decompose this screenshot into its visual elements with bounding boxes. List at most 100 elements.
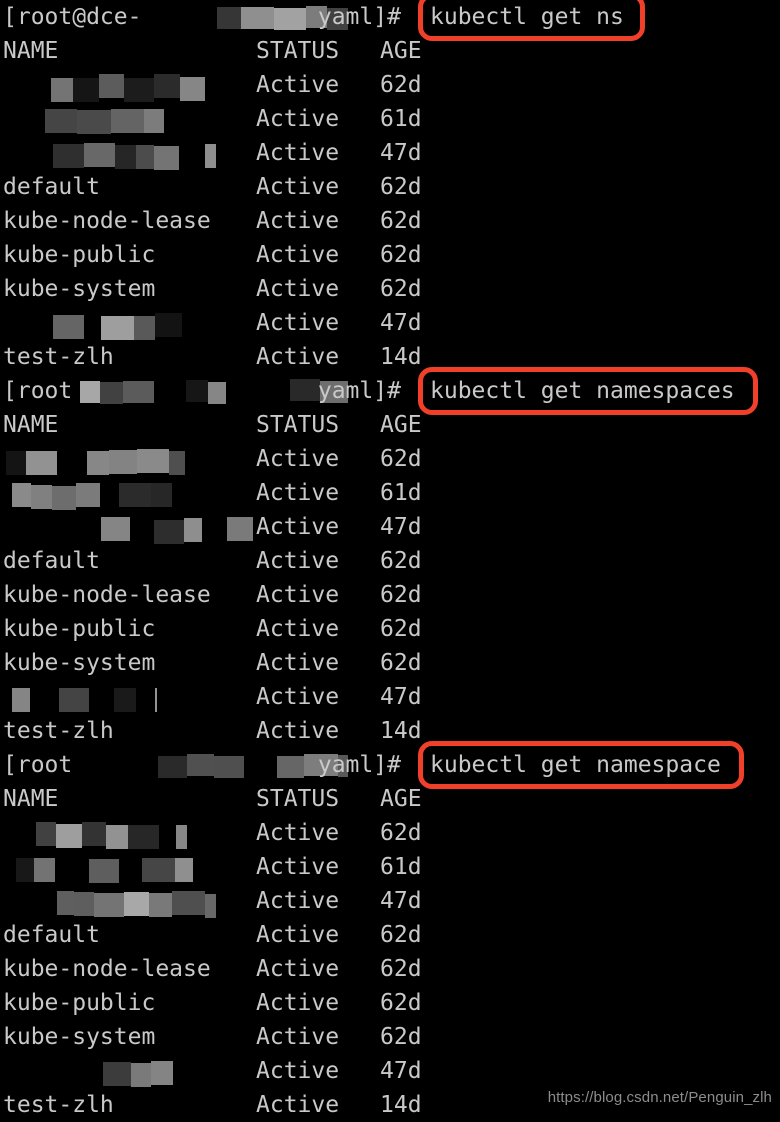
command-text[interactable]: kubectl get namespace bbox=[430, 748, 721, 782]
namespace-name: kube-public bbox=[3, 990, 156, 1016]
redaction-mosaic bbox=[106, 825, 128, 849]
table-header-row: NAME STATUS AGE bbox=[0, 408, 780, 442]
namespace-status: Active bbox=[256, 1092, 340, 1118]
namespace-status: Active bbox=[256, 582, 340, 608]
namespace-status: Active bbox=[256, 650, 340, 676]
namespace-status: Active bbox=[256, 446, 340, 472]
redaction-mosaic bbox=[213, 756, 244, 778]
redaction-mosaic bbox=[276, 756, 304, 778]
redaction-mosaic bbox=[184, 518, 202, 542]
redaction-mosaic bbox=[274, 8, 306, 30]
namespace-age: 47d bbox=[380, 684, 422, 710]
namespace-age: 47d bbox=[380, 514, 422, 540]
redaction-mosaic bbox=[94, 893, 124, 917]
redaction-mosaic bbox=[103, 1062, 131, 1086]
namespace-name: default bbox=[3, 922, 100, 948]
prompt-user-host: [root bbox=[3, 752, 73, 778]
namespace-status: Active bbox=[256, 854, 340, 880]
redaction-mosaic bbox=[16, 858, 34, 882]
namespace-status: Active bbox=[256, 106, 340, 132]
redaction-mosaic bbox=[101, 517, 130, 541]
redaction-mosaic bbox=[51, 78, 73, 102]
namespace-status: Active bbox=[256, 1058, 340, 1084]
namespace-name: kube-public bbox=[3, 242, 156, 268]
table-row: Active 47d bbox=[0, 680, 780, 714]
terminal-window[interactable]: [root@dce- yaml]# NAME STATUS AGE Active 62d A… bbox=[0, 0, 780, 1118]
table-row: Active 47d bbox=[0, 136, 780, 170]
namespace-status: Active bbox=[256, 310, 340, 336]
redaction-mosaic bbox=[99, 74, 124, 98]
table-row: default Active 62d bbox=[0, 544, 780, 578]
redaction-mosaic bbox=[176, 825, 187, 849]
redaction-mosaic bbox=[89, 859, 119, 883]
redaction-mosaic bbox=[36, 822, 56, 846]
redaction-mosaic bbox=[169, 451, 185, 475]
table-row: kube-system Active 62d bbox=[0, 1020, 780, 1054]
table-row: kube-public Active 62d bbox=[0, 612, 780, 646]
redaction-mosaic bbox=[45, 109, 77, 133]
redaction-mosaic bbox=[84, 143, 115, 167]
command-text[interactable]: kubectl get namespaces bbox=[430, 374, 735, 408]
column-header-name: NAME bbox=[3, 38, 59, 64]
namespace-status: Active bbox=[256, 820, 340, 846]
redaction-mosaic bbox=[149, 893, 172, 917]
namespace-age: 14d bbox=[380, 718, 422, 744]
redaction-mosaic bbox=[124, 78, 154, 102]
table-row: default Active 62d bbox=[0, 918, 780, 952]
namespace-age: 62d bbox=[380, 820, 422, 846]
redaction-mosaic bbox=[186, 754, 214, 776]
namespace-status: Active bbox=[256, 344, 340, 370]
namespace-age: 47d bbox=[380, 140, 422, 166]
namespace-name: kube-node-lease bbox=[3, 208, 211, 234]
namespace-age: 62d bbox=[380, 242, 422, 268]
namespace-status: Active bbox=[256, 1024, 340, 1050]
table-header-row: NAME STATUS AGE bbox=[0, 34, 780, 68]
namespace-name: test-zlh bbox=[3, 344, 114, 370]
redaction-mosaic bbox=[155, 313, 182, 337]
redaction-mosaic bbox=[154, 74, 180, 98]
prompt-line-block-1: [root@dce- yaml]# bbox=[0, 0, 780, 34]
namespace-name: kube-node-lease bbox=[3, 956, 211, 982]
table-row: default Active 62d bbox=[0, 170, 780, 204]
redaction-mosaic bbox=[217, 7, 241, 29]
namespace-age: 62d bbox=[380, 174, 422, 200]
namespace-status: Active bbox=[256, 684, 340, 710]
prompt-user-host: [root@dce- bbox=[3, 4, 142, 30]
table-row: kube-node-lease Active 62d bbox=[0, 204, 780, 238]
namespace-age: 47d bbox=[380, 888, 422, 914]
redaction-mosaic bbox=[154, 520, 184, 544]
namespace-age: 47d bbox=[380, 310, 422, 336]
table-row: Active 47d bbox=[0, 510, 780, 544]
redaction-mosaic bbox=[114, 688, 136, 712]
namespace-age: 62d bbox=[380, 922, 422, 948]
redaction-mosaic bbox=[124, 892, 149, 916]
table-header-row: NAME STATUS AGE bbox=[0, 782, 780, 816]
redaction-mosaic bbox=[111, 109, 144, 133]
column-header-age: AGE bbox=[380, 38, 422, 64]
namespace-status: Active bbox=[256, 72, 340, 98]
column-header-name: NAME bbox=[3, 786, 59, 812]
redaction-mosaic bbox=[59, 688, 89, 712]
redaction-mosaic bbox=[241, 7, 274, 29]
namespace-age: 62d bbox=[380, 582, 422, 608]
command-text[interactable]: kubectl get ns bbox=[430, 0, 624, 34]
namespace-age: 62d bbox=[380, 208, 422, 234]
table-row: Active 61d bbox=[0, 476, 780, 510]
prompt-path-suffix: yaml]# bbox=[304, 752, 401, 778]
namespace-status: Active bbox=[256, 480, 340, 506]
redaction-mosaic bbox=[56, 824, 82, 848]
namespace-age: 62d bbox=[380, 956, 422, 982]
namespace-status: Active bbox=[256, 242, 340, 268]
namespace-age: 62d bbox=[380, 616, 422, 642]
redaction-mosaic bbox=[12, 483, 31, 507]
redaction-mosaic bbox=[137, 449, 169, 473]
redaction-mosaic bbox=[53, 315, 84, 339]
table-row: Active 47d bbox=[0, 884, 780, 918]
redaction-mosaic bbox=[73, 78, 99, 102]
namespace-name: kube-public bbox=[3, 616, 156, 642]
table-row: kube-public Active 62d bbox=[0, 238, 780, 272]
table-row: kube-node-lease Active 62d bbox=[0, 952, 780, 986]
namespace-age: 62d bbox=[380, 1024, 422, 1050]
table-row: Active 61d bbox=[0, 102, 780, 136]
namespace-age: 14d bbox=[380, 344, 422, 370]
